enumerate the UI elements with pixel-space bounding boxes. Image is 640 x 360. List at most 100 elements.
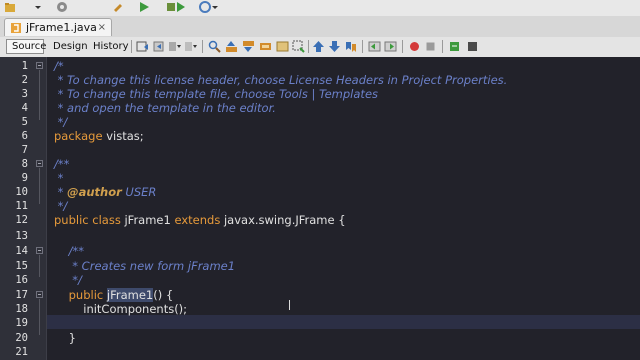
current-line-highlight bbox=[47, 315, 640, 329]
next-bookmark-icon[interactable] bbox=[328, 40, 341, 53]
file-tab-jframe1[interactable]: jFrame1.java × bbox=[4, 18, 112, 36]
code-token: javax.swing.JFrame { bbox=[220, 213, 346, 227]
code-line[interactable]: */ bbox=[54, 115, 68, 129]
find-previous-icon[interactable] bbox=[225, 40, 238, 53]
fold-guide bbox=[39, 70, 40, 120]
back-icon[interactable] bbox=[152, 40, 165, 53]
code-line[interactable]: public jFrame1() { bbox=[54, 288, 173, 302]
line-number: 3 bbox=[21, 88, 28, 100]
code-token: * bbox=[54, 185, 68, 199]
code-line[interactable]: public class jFrame1 extends javax.swing… bbox=[54, 213, 346, 227]
previous-bookmark-icon[interactable] bbox=[312, 40, 325, 53]
text-cursor-icon bbox=[288, 300, 291, 310]
file-tab-label: jFrame1.java bbox=[26, 21, 97, 34]
fold-toggle-icon[interactable] bbox=[36, 247, 43, 254]
toolbar-separator bbox=[202, 40, 203, 53]
line-number: 17 bbox=[15, 289, 28, 301]
highlighted-token: jFrame1 bbox=[106, 288, 154, 302]
fold-toggle-icon[interactable] bbox=[36, 62, 43, 69]
find-selection-icon[interactable] bbox=[259, 40, 272, 53]
code-token: * To change this license header, choose … bbox=[54, 73, 508, 87]
forward-icon[interactable] bbox=[184, 40, 197, 53]
code-line[interactable]: * @author USER bbox=[54, 185, 157, 199]
code-line[interactable]: } bbox=[54, 331, 76, 345]
code-line[interactable]: * bbox=[54, 171, 64, 185]
line-number: 2 bbox=[21, 74, 28, 86]
line-number-gutter: 1 2 3 4 5 6 7 8 9 10 11 12 13 14 15 16 1… bbox=[0, 57, 47, 360]
toolbar-separator bbox=[442, 40, 443, 53]
code-token: * To change this template file, choose T… bbox=[54, 87, 379, 101]
editor-toolbar: Source Design History bbox=[0, 37, 640, 58]
fold-guide bbox=[39, 168, 40, 204]
line-number: 20 bbox=[15, 332, 28, 344]
editor-tab-bar: jFrame1.java × bbox=[0, 16, 640, 38]
code-token: jFrame1 bbox=[120, 213, 175, 227]
tab-history[interactable]: History bbox=[88, 39, 129, 54]
last-edit-icon[interactable] bbox=[136, 40, 149, 53]
code-line[interactable]: /* bbox=[54, 59, 64, 73]
line-number: 13 bbox=[15, 230, 28, 242]
stop-macro-recording-icon[interactable] bbox=[424, 40, 437, 53]
code-token: * bbox=[54, 171, 64, 185]
code-token: } bbox=[54, 331, 76, 345]
run-icon[interactable] bbox=[138, 1, 150, 13]
profile-icon[interactable] bbox=[198, 1, 218, 13]
tab-design[interactable]: Design bbox=[48, 39, 88, 54]
line-number: 10 bbox=[15, 186, 28, 198]
code-line[interactable]: */ bbox=[54, 199, 68, 213]
toolbar-separator bbox=[362, 40, 363, 53]
line-number: 7 bbox=[21, 144, 28, 156]
comment-icon[interactable] bbox=[448, 40, 461, 53]
code-line[interactable]: * and open the template in the editor. bbox=[54, 101, 276, 115]
code-line[interactable]: /** bbox=[54, 157, 69, 171]
code-token: /** bbox=[54, 244, 84, 258]
line-number: 9 bbox=[21, 172, 28, 184]
toggle-highlight-icon[interactable] bbox=[276, 40, 289, 53]
build-icon[interactable] bbox=[112, 1, 124, 13]
code-line[interactable]: * To change this template file, choose T… bbox=[54, 87, 378, 101]
code-token: public bbox=[54, 288, 104, 302]
code-token: extends bbox=[174, 213, 221, 227]
code-token: vistas; bbox=[102, 129, 144, 143]
line-number: 5 bbox=[21, 116, 28, 128]
line-number: 15 bbox=[15, 260, 28, 272]
java-file-icon bbox=[11, 22, 21, 33]
dropdown-arrow-icon[interactable] bbox=[34, 1, 42, 13]
code-token: package bbox=[54, 129, 103, 143]
line-number: 12 bbox=[15, 214, 28, 226]
code-line[interactable]: initComponents(); bbox=[54, 302, 187, 316]
code-token: */ bbox=[54, 115, 68, 129]
code-line[interactable]: * To change this license header, choose … bbox=[54, 73, 508, 87]
close-tab-icon[interactable]: × bbox=[98, 22, 106, 33]
line-number: 16 bbox=[15, 274, 28, 286]
debug-icon[interactable] bbox=[166, 1, 186, 13]
start-macro-recording-icon[interactable] bbox=[408, 40, 421, 53]
find-icon[interactable] bbox=[208, 40, 221, 53]
find-next-icon[interactable] bbox=[242, 40, 255, 53]
tab-source[interactable]: Source bbox=[6, 39, 46, 54]
code-line[interactable]: * Creates new form jFrame1 bbox=[54, 259, 235, 273]
main-toolbar bbox=[0, 0, 640, 17]
line-number: 6 bbox=[21, 130, 28, 142]
code-token: /** bbox=[54, 157, 70, 171]
code-token: * and open the template in the editor. bbox=[54, 101, 276, 115]
code-token: * Creates new form jFrame1 bbox=[54, 259, 236, 273]
fold-toggle-icon[interactable] bbox=[36, 160, 43, 167]
line-number: 18 bbox=[15, 303, 28, 315]
target-config-icon[interactable] bbox=[56, 1, 70, 13]
shift-right-icon[interactable] bbox=[384, 40, 397, 53]
line-number: 1 bbox=[21, 60, 28, 72]
history-dropdown-icon[interactable] bbox=[168, 40, 181, 53]
shift-left-icon[interactable] bbox=[368, 40, 381, 53]
open-project-icon[interactable] bbox=[4, 1, 16, 13]
code-line[interactable]: package vistas; bbox=[54, 129, 144, 143]
code-editor[interactable]: /* * To change this license header, choo… bbox=[47, 57, 640, 360]
toggle-rectangular-selection-icon[interactable] bbox=[292, 40, 305, 53]
code-line[interactable]: /** bbox=[54, 244, 84, 258]
line-number: 8 bbox=[21, 158, 28, 170]
uncomment-icon[interactable] bbox=[466, 40, 479, 53]
toggle-bookmark-icon[interactable] bbox=[344, 40, 357, 53]
code-token: public class bbox=[54, 213, 121, 227]
code-line[interactable]: */ bbox=[54, 273, 82, 287]
fold-toggle-icon[interactable] bbox=[36, 291, 43, 298]
